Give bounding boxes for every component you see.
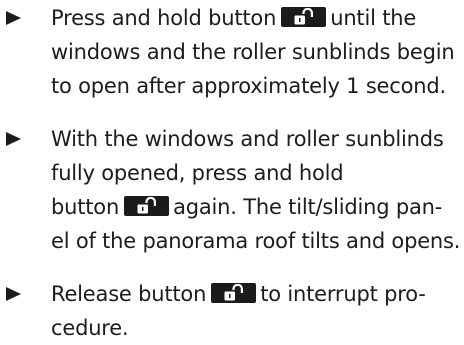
step-1-line-1: Press and hold button until the [51,1,464,35]
step-1-text-before-button: Press and hold button [51,6,277,30]
instruction-step-3: Release button to interrupt pro- cedure. [0,277,464,345]
step-1-line-3: to open after approximately 1 second. [51,74,446,98]
step-3-line-2: cedure. [51,316,129,340]
unlock-button-symbol [281,7,327,27]
step-2-line-3: button again. The tilt/sliding pan- [51,190,464,224]
arrow-bullet-icon [6,287,21,301]
unlock-button-symbol [124,196,170,216]
step-2-line-4: el of the panorama roof tilts and opens. [51,229,461,253]
unlock-icon [224,284,244,301]
step-2-line-1: With the windows and roller sunblinds [51,127,444,151]
instruction-step-1: Press and hold button until the windows a… [0,1,464,103]
unlock-icon [294,8,314,25]
step-3-line-1: Release button to interrupt pro- [51,277,464,311]
arrow-bullet-icon [6,132,21,146]
step-1-text-after-button: until the [330,6,417,30]
step-2-line-2: fully opened, press and hold [51,161,344,185]
step-2-text-after-button: again. The tilt/sliding pan- [173,195,443,219]
unlock-icon [137,197,157,214]
instruction-step-2: With the windows and roller sunblinds fu… [0,122,464,258]
instruction-list: Press and hold button until the windows a… [0,0,464,345]
step-3-text-before-button: Release button [51,282,207,306]
step-1-line-2: windows and the roller sunblinds begin [51,40,455,64]
step-3-text-after-button: to interrupt pro- [260,282,426,306]
step-2-text-before-button: button [51,195,120,219]
arrow-bullet-icon [6,11,21,25]
unlock-button-symbol [211,283,257,303]
